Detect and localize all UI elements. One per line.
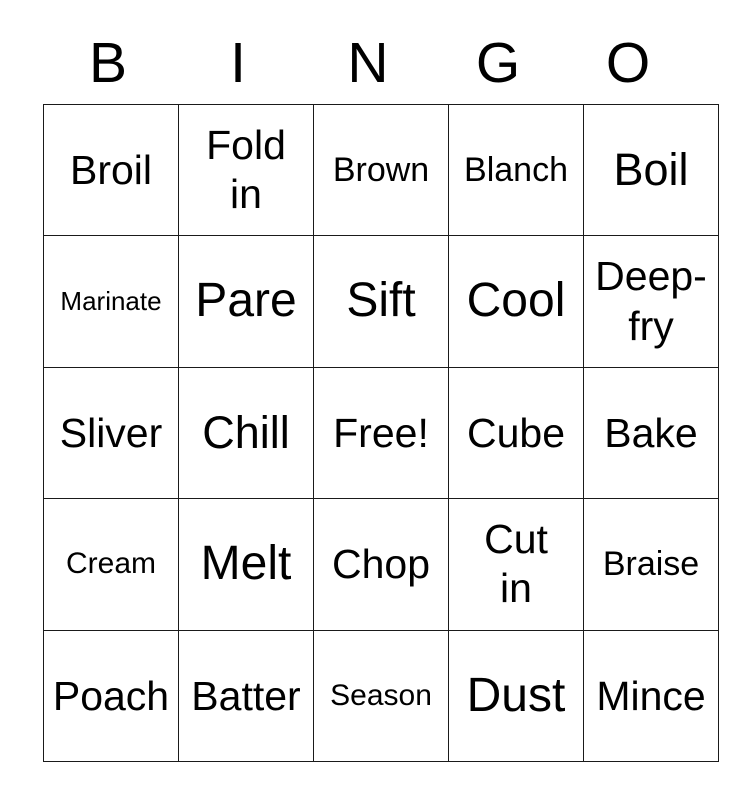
bingo-cell[interactable]: Poach bbox=[43, 629, 179, 762]
bingo-header-row: BINGO bbox=[43, 0, 693, 104]
bingo-cell[interactable]: Braise bbox=[583, 498, 719, 631]
bingo-cell-label: Cream bbox=[65, 547, 156, 581]
bingo-cell-label: Chill bbox=[202, 406, 290, 458]
bingo-cell[interactable]: Deep-fry bbox=[583, 235, 719, 368]
bingo-grid-body: Broil Fold in Brown Blanch Boil Marinate Pare Si… bbox=[43, 103, 719, 762]
bingo-card: B I N G O Broil Fold in Brown Blanch Boil Marinate… bbox=[43, 0, 719, 762]
bingo-cell-label: Poach bbox=[52, 672, 170, 719]
bingo-cell-label: Deep-fry bbox=[595, 253, 707, 349]
bingo-cell[interactable]: Dust bbox=[448, 629, 584, 762]
bingo-cell[interactable]: Pare bbox=[178, 235, 314, 368]
bingo-cell-label: Sliver bbox=[59, 409, 163, 456]
bingo-cell-label: Bake bbox=[604, 409, 698, 456]
bingo-cell-label: Blanch bbox=[464, 150, 568, 189]
bingo-cell-label: Cube bbox=[466, 409, 565, 456]
bingo-cell[interactable]: Brown bbox=[313, 103, 449, 237]
bingo-cell-label: Sift bbox=[346, 274, 416, 328]
bingo-cell-label: Dust bbox=[466, 668, 566, 722]
bingo-cell-label: Brown bbox=[332, 150, 430, 189]
bingo-row: Marinate Pare Sift Cool Deep-fry bbox=[43, 235, 719, 368]
bingo-cell[interactable]: Sift bbox=[313, 235, 449, 368]
bingo-cell-label: Batter bbox=[191, 672, 301, 719]
bingo-row: Poach Batter Season Dust Mince bbox=[43, 629, 719, 762]
bingo-cell[interactable]: Cool bbox=[448, 235, 584, 368]
bingo-cell-label: Boil bbox=[613, 143, 689, 195]
bingo-free-space[interactable]: Free! bbox=[313, 366, 449, 500]
bingo-cell-label: Free! bbox=[333, 409, 429, 456]
bingo-cell-label: Braise bbox=[602, 545, 700, 584]
bingo-header-letter-g: G bbox=[475, 31, 521, 95]
bingo-cell[interactable]: Marinate bbox=[43, 235, 179, 368]
bingo-cell-label: Mince bbox=[596, 672, 706, 719]
bingo-cell-label: Cool bbox=[466, 274, 566, 328]
bingo-cell[interactable]: Broil bbox=[43, 103, 179, 237]
bingo-cell[interactable]: Cut in bbox=[448, 498, 584, 631]
bingo-cell[interactable]: Bake bbox=[583, 366, 719, 500]
bingo-cell[interactable]: Season bbox=[313, 629, 449, 762]
bingo-cell[interactable]: Fold in bbox=[178, 103, 314, 237]
bingo-cell[interactable]: Cream bbox=[43, 498, 179, 631]
bingo-cell[interactable]: Batter bbox=[178, 629, 314, 762]
bingo-cell-label: Marinate bbox=[60, 285, 162, 316]
bingo-cell-label: Cut in bbox=[484, 516, 548, 612]
bingo-row: Cream Melt Chop Cut in Braise bbox=[43, 498, 719, 631]
bingo-cell-label: Season bbox=[330, 678, 432, 712]
bingo-header-letter-i: I bbox=[230, 31, 246, 95]
bingo-cell[interactable]: Chop bbox=[313, 498, 449, 631]
bingo-cell[interactable]: Boil bbox=[583, 103, 719, 237]
bingo-header-letter-o: O bbox=[605, 31, 651, 95]
bingo-cell[interactable]: Chill bbox=[178, 366, 314, 500]
bingo-cell-label: Melt bbox=[200, 537, 292, 591]
bingo-cell-label: Chop bbox=[331, 541, 430, 588]
bingo-cell[interactable]: Mince bbox=[583, 629, 719, 762]
bingo-grid: Broil Fold in Brown Blanch Boil Marinate Pare Si… bbox=[43, 103, 719, 762]
bingo-header-letter-b: B bbox=[88, 31, 128, 95]
bingo-cell[interactable]: Blanch bbox=[448, 103, 584, 237]
bingo-row: Broil Fold in Brown Blanch Boil bbox=[43, 103, 719, 237]
bingo-cell[interactable]: Sliver bbox=[43, 366, 179, 500]
bingo-cell[interactable]: Cube bbox=[448, 366, 584, 500]
bingo-row: Sliver Chill Free! Cube Bake bbox=[43, 366, 719, 500]
bingo-cell-label: Fold in bbox=[206, 122, 286, 218]
bingo-header-letter-n: N bbox=[347, 31, 389, 95]
bingo-cell-label: Broil bbox=[69, 147, 153, 194]
bingo-cell-label: Pare bbox=[195, 274, 297, 328]
bingo-cell[interactable]: Melt bbox=[178, 498, 314, 631]
